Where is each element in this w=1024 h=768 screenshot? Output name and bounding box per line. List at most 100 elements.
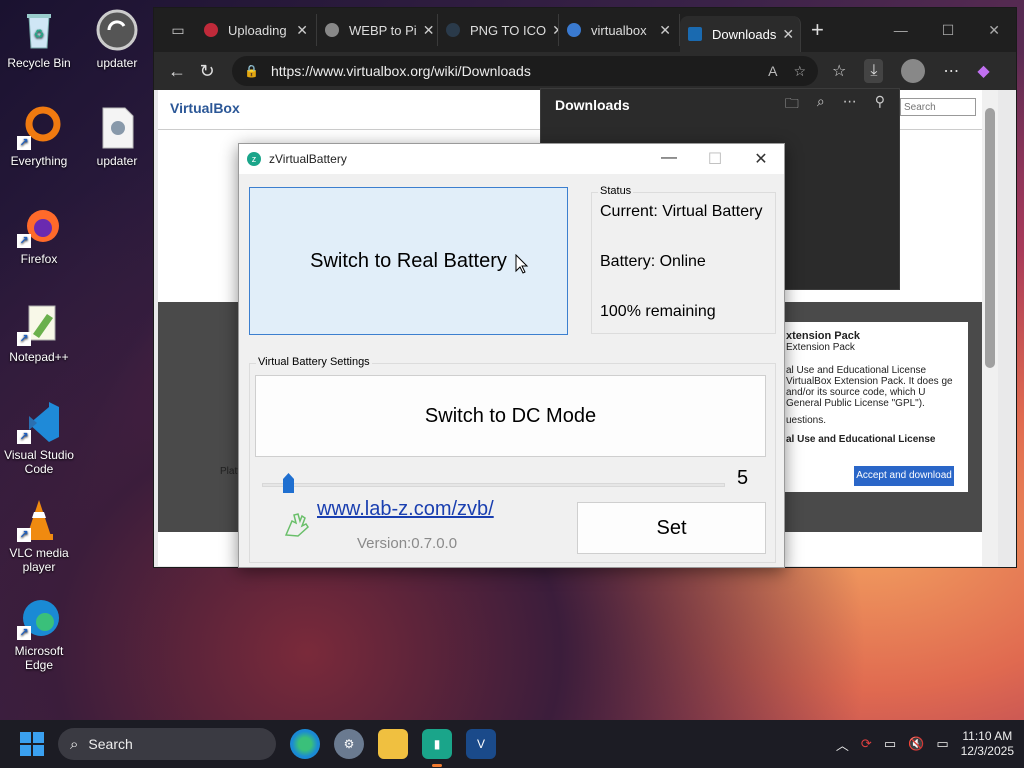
address-bar[interactable]: 🔒 https://www.virtualbox.org/wiki/Downlo… [232, 56, 818, 86]
favorites-icon[interactable]: ☆ [832, 61, 846, 81]
close-icon[interactable]: ✕ [290, 22, 308, 39]
desktop-icon-vlc[interactable]: ↗ VLC media player [0, 498, 78, 574]
minimize-icon[interactable]: — [646, 149, 692, 169]
zvirtualbattery-taskbar-icon[interactable]: ▮ [422, 729, 452, 767]
svg-text:♻: ♻ [34, 27, 45, 41]
tab-bar: ▭ Uploading✕ WEBP to Pi✕ PNG TO ICO✕ vir… [154, 8, 1016, 52]
zvirtualbattery-window: z zVirtualBattery — ☐ ✕ Switch to Real B… [238, 143, 785, 568]
tab-favicon-icon [204, 23, 218, 37]
taskbar-search[interactable]: ⌕ Search [58, 728, 276, 760]
battery-icon[interactable]: ▭ [936, 736, 948, 752]
desktop-icon-label: Firefox [20, 252, 58, 266]
firefox-icon: ↗ [17, 204, 61, 248]
desktop-icon-vscode[interactable]: ↗ Visual Studio Code [0, 400, 78, 476]
tab-png-ico[interactable]: PNG TO ICO✕ [438, 14, 559, 46]
tab-label: WEBP to Pi [349, 22, 417, 38]
close-icon[interactable]: ✕ [653, 22, 671, 39]
profile-avatar[interactable] [901, 59, 926, 83]
edge-icon[interactable] [290, 729, 320, 759]
clock-time: 11:10 AM [962, 729, 1013, 743]
lock-icon: 🔒 [244, 64, 259, 78]
copilot-icon[interactable]: ◆ [977, 61, 989, 81]
scrollbar-thumb[interactable] [985, 108, 995, 368]
desktop-icon-label: Everything [10, 154, 68, 168]
back-icon[interactable]: ← [162, 61, 192, 82]
more-menu-icon[interactable]: ⋯ [943, 61, 959, 81]
vlc-icon: ↗ [17, 498, 61, 542]
zvb-titlebar[interactable]: z zVirtualBattery — ☐ ✕ [239, 144, 784, 174]
sync-icon[interactable]: ⟳ [861, 736, 872, 752]
desktop-icon-notepadpp[interactable]: ↗ Notepad++ [0, 302, 78, 364]
tab-uploading[interactable]: Uploading ✕ [196, 14, 317, 46]
display-icon[interactable]: ▭ [884, 736, 896, 752]
switch-to-dc-mode-button[interactable]: Switch to DC Mode [255, 375, 766, 457]
new-tab-icon[interactable]: + [811, 17, 824, 43]
tab-label: Uploading [228, 22, 287, 38]
tab-actions-icon[interactable]: ▭ [160, 22, 196, 39]
file-explorer-icon[interactable] [378, 729, 408, 759]
clock-date: 12/3/2025 [960, 744, 1014, 758]
notepadpp-icon: ↗ [17, 302, 61, 346]
battery-slider-thumb[interactable] [283, 473, 294, 493]
downloads-title: Downloads [555, 97, 630, 113]
slider-value: 5 [737, 467, 749, 489]
recycle-bin-icon: ♻ [17, 8, 61, 52]
status-battery: Battery: Online [600, 253, 706, 270]
desktop-icon-label: VLC media player [9, 546, 69, 574]
maximize-icon: ☐ [707, 151, 723, 168]
license-text: al Use and Educational License VirtualBo… [786, 365, 953, 409]
close-icon[interactable]: ✕ [738, 149, 784, 169]
zvb-title: zVirtualBattery [269, 152, 347, 166]
close-icon[interactable]: ✕ [546, 22, 558, 39]
cloud-icon [325, 23, 339, 37]
tab-webp[interactable]: WEBP to Pi ✕ [317, 14, 438, 46]
desktop-icon-label: Microsoft Edge [14, 644, 64, 672]
desktop-icon-updater-2[interactable]: updater [78, 106, 156, 168]
search-icon[interactable]: ⌕ [817, 93, 825, 117]
tab-label: Downloads [712, 26, 777, 42]
desktop-icon-updater[interactable]: updater [78, 8, 156, 70]
status-remaining: 100% remaining [600, 303, 716, 320]
close-icon[interactable]: ✕ [417, 22, 435, 39]
battery-slider-track[interactable] [262, 483, 725, 487]
desktop-icon-label: Visual Studio Code [4, 448, 74, 476]
desktop-icon-label: Notepad++ [9, 350, 69, 364]
site-search-input[interactable] [900, 98, 976, 116]
chevron-up-icon[interactable]: ︿ [836, 735, 849, 754]
clock[interactable]: 11:10 AM 12/3/2025 [961, 729, 1014, 759]
folder-icon[interactable]: 🗀 [785, 93, 799, 117]
accept-and-download-button[interactable]: Accept and download [854, 466, 954, 486]
zvb-app-icon: z [247, 152, 261, 166]
set-button[interactable]: Set [577, 502, 766, 554]
desktop-icon-everything[interactable]: ↗ Everything [0, 106, 78, 168]
desktop-icon-recycle-bin[interactable]: ♻ Recycle Bin [0, 8, 78, 70]
read-aloud-icon[interactable]: A [768, 63, 777, 80]
refresh-icon[interactable]: ↻ [192, 61, 222, 82]
version-label: Version:0.7.0.0 [357, 535, 458, 552]
page-scrollbar[interactable] [982, 90, 998, 566]
settings-gear-icon[interactable]: ⚙ [334, 729, 364, 759]
windows-start-icon[interactable] [20, 732, 44, 756]
lab-z-link[interactable]: www.lab-z.com/zvb/ [317, 498, 494, 521]
maximize-icon[interactable]: ☐ [942, 22, 955, 39]
virtualbox-taskbar-icon[interactable]: V [466, 729, 496, 759]
volume-muted-icon[interactable]: 🔇 [908, 736, 924, 752]
download-icon[interactable]: ⤓ [864, 59, 884, 83]
tab-virtualbox[interactable]: virtualbox ✕ [559, 14, 680, 46]
everything-icon: ↗ [17, 106, 61, 150]
tab-label: virtualbox [591, 22, 647, 38]
address-bar-row: ← ↻ 🔒 https://www.virtualbox.org/wiki/Do… [154, 52, 1016, 90]
search-icon [446, 23, 460, 37]
desktop-icon-label: updater [96, 154, 138, 168]
more-options-icon[interactable]: ⋯ [843, 93, 857, 117]
tab-downloads[interactable]: Downloads ✕ [680, 16, 801, 52]
minimize-icon[interactable]: — [894, 22, 908, 39]
favorite-star-icon[interactable]: ☆ [793, 63, 806, 80]
status-current: Current: Virtual Battery [600, 203, 763, 220]
url-text: https://www.virtualbox.org/wiki/Download… [270, 63, 531, 79]
desktop-icon-edge[interactable]: ↗ Microsoft Edge [0, 596, 78, 672]
desktop-icon-firefox[interactable]: ↗ Firefox [0, 204, 78, 266]
pin-icon[interactable]: ⚲ [875, 93, 885, 117]
close-window-icon[interactable]: ✕ [988, 22, 1000, 39]
close-icon[interactable]: ✕ [776, 26, 794, 43]
